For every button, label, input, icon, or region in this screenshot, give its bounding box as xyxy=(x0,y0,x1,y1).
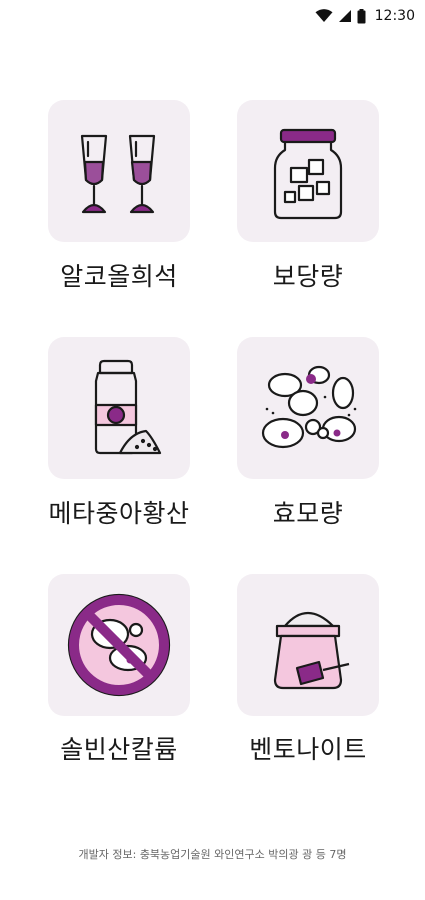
status-bar: 12:30 xyxy=(0,0,425,32)
yeast-icon xyxy=(261,365,357,449)
menu-tile-alcohol-dilution[interactable] xyxy=(48,100,190,242)
status-time: 12:30 xyxy=(374,8,415,24)
no-yeast-icon xyxy=(67,593,171,697)
wine-glasses-icon xyxy=(80,134,156,214)
menu-tile-yeast-amount[interactable] xyxy=(237,337,379,479)
menu-tile-potassium-sorbate[interactable] xyxy=(48,574,190,716)
wifi-icon xyxy=(315,9,333,22)
menu-tile-metabisulfite[interactable] xyxy=(48,337,190,479)
menu-tile-bentonite[interactable] xyxy=(237,574,379,716)
menu-label-sugar-amount: 보당량 xyxy=(272,262,344,291)
menu-label-metabisulfite: 메타중아황산 xyxy=(48,499,190,528)
menu-label-alcohol-dilution: 알코올희석 xyxy=(60,262,178,291)
menu-label-yeast-amount: 효모량 xyxy=(272,499,344,528)
signal-icon xyxy=(338,10,351,22)
menu-tile-sugar-amount[interactable] xyxy=(237,100,379,242)
developer-info: 개발자 정보: 충북농업기술원 와인연구소 박의광 광 등 7명 xyxy=(78,848,347,861)
sugar-jar-icon xyxy=(273,128,343,220)
menu-label-bentonite: 벤토나이트 xyxy=(249,735,367,764)
status-icons: 12:30 xyxy=(315,6,415,26)
battery-icon xyxy=(357,8,366,23)
menu-label-potassium-sorbate: 솔빈산칼륨 xyxy=(60,735,178,764)
metabisulfite-bottle-icon xyxy=(94,359,162,455)
bentonite-sack-icon xyxy=(273,611,350,690)
